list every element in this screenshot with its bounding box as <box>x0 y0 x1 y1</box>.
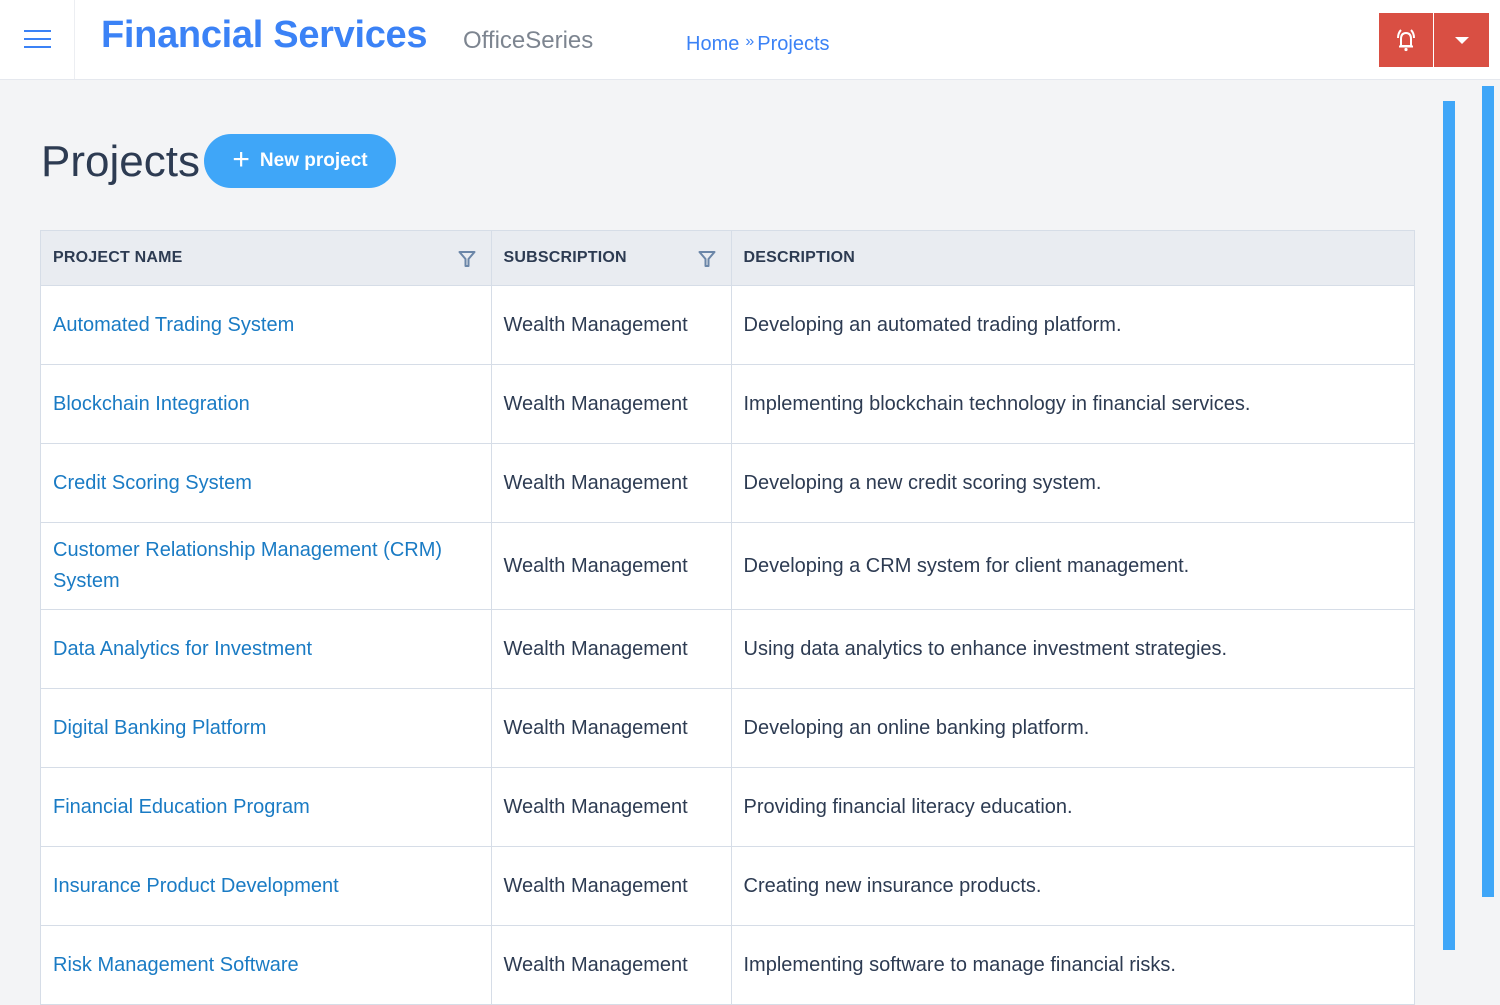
caret-down-icon <box>1454 36 1469 44</box>
description-cell: Developing an automated trading platform… <box>731 285 1414 365</box>
alerts-button-group <box>1379 13 1489 67</box>
description-cell: Developing an online banking platform. <box>731 688 1414 768</box>
column-header-subscription[interactable]: SUBSCRIPTION <box>491 231 732 286</box>
description-cell: Implementing blockchain technology in fi… <box>731 364 1414 444</box>
subscription-cell: Wealth Management <box>491 846 732 926</box>
project-name-cell: Data Analytics for Investment <box>41 609 492 689</box>
project-name-cell: Digital Banking Platform <box>41 688 492 768</box>
column-header-description[interactable]: DESCRIPTION <box>731 231 1414 286</box>
brand-title[interactable]: Financial Services <box>101 14 428 57</box>
description-cell: Implementing software to manage financia… <box>731 925 1414 1004</box>
subscription-cell: Wealth Management <box>491 364 732 444</box>
project-name-cell: Risk Management Software <box>41 925 492 1004</box>
plus-icon: + <box>232 142 250 176</box>
table-row: Risk Management Software Wealth Manageme… <box>41 925 1414 1004</box>
description-cell: Developing a CRM system for client manag… <box>731 522 1414 610</box>
page-title: Projects <box>41 137 200 186</box>
table-row: Insurance Product Development Wealth Man… <box>41 846 1414 926</box>
project-link[interactable]: Credit Scoring System <box>53 472 252 494</box>
project-link[interactable]: Insurance Product Development <box>53 875 339 897</box>
breadcrumb-projects[interactable]: Projects <box>757 33 829 55</box>
table-header-row: PROJECT NAME SUBSCRIPTION DESCRIPTION <box>41 231 1414 286</box>
subscription-cell: Wealth Management <box>491 767 732 847</box>
column-label: DESCRIPTION <box>743 249 856 266</box>
table-row: Financial Education Program Wealth Manag… <box>41 767 1414 847</box>
project-name-cell: Customer Relationship Management (CRM) S… <box>41 522 492 610</box>
page-scrollbar[interactable] <box>1482 86 1494 897</box>
table-row: Digital Banking Platform Wealth Manageme… <box>41 688 1414 768</box>
project-name-cell: Automated Trading System <box>41 285 492 365</box>
column-label: PROJECT NAME <box>53 249 183 266</box>
table-row: Customer Relationship Management (CRM) S… <box>41 522 1414 610</box>
breadcrumb-home[interactable]: Home <box>686 33 739 55</box>
table-row: Automated Trading System Wealth Manageme… <box>41 285 1414 365</box>
column-label: SUBSCRIPTION <box>503 249 627 266</box>
top-bar: Financial Services OfficeSeries Home » Pro… <box>0 0 1500 80</box>
filter-icon[interactable] <box>698 250 716 268</box>
projects-table: PROJECT NAME SUBSCRIPTION DESCRIPTION Au… <box>40 230 1415 1005</box>
project-link[interactable]: Digital Banking Platform <box>53 717 266 739</box>
project-name-cell: Blockchain Integration <box>41 364 492 444</box>
bell-icon <box>1397 29 1415 52</box>
new-project-label: New project <box>259 150 368 171</box>
project-name-cell: Financial Education Program <box>41 767 492 847</box>
column-header-project-name[interactable]: PROJECT NAME <box>41 231 492 286</box>
sub-brand: OfficeSeries <box>463 27 594 54</box>
table-row: Credit Scoring System Wealth Management … <box>41 443 1414 523</box>
project-link[interactable]: Blockchain Integration <box>53 393 250 415</box>
subscription-cell: Wealth Management <box>491 688 732 768</box>
project-link[interactable]: Risk Management Software <box>53 954 299 976</box>
project-link[interactable]: Automated Trading System <box>53 314 294 336</box>
subscription-cell: Wealth Management <box>491 285 732 365</box>
breadcrumb-separator: » <box>745 33 755 50</box>
new-project-button[interactable]: + New project <box>204 134 396 188</box>
filter-icon[interactable] <box>458 250 476 268</box>
project-name-cell: Credit Scoring System <box>41 443 492 523</box>
description-cell: Using data analytics to enhance investme… <box>731 609 1414 689</box>
breadcrumb: Home » Projects <box>686 33 830 56</box>
project-name-cell: Insurance Product Development <box>41 846 492 926</box>
description-cell: Providing financial literacy education. <box>731 767 1414 847</box>
description-cell: Developing a new credit scoring system. <box>731 443 1414 523</box>
description-cell: Creating new insurance products. <box>731 846 1414 926</box>
subscription-cell: Wealth Management <box>491 609 732 689</box>
content-scrollbar[interactable] <box>1443 101 1455 950</box>
project-link[interactable]: Data Analytics for Investment <box>53 638 312 660</box>
menu-button[interactable] <box>0 0 75 79</box>
table-row: Data Analytics for Investment Wealth Man… <box>41 609 1414 689</box>
table-row: Blockchain Integration Wealth Management… <box>41 364 1414 444</box>
subscription-cell: Wealth Management <box>491 522 732 610</box>
subscription-cell: Wealth Management <box>491 925 732 1004</box>
project-link[interactable]: Financial Education Program <box>53 796 310 818</box>
alerts-button[interactable] <box>1379 13 1433 67</box>
subscription-cell: Wealth Management <box>491 443 732 523</box>
project-link[interactable]: Customer Relationship Management (CRM) S… <box>53 539 442 592</box>
alerts-dropdown-button[interactable] <box>1433 13 1489 67</box>
